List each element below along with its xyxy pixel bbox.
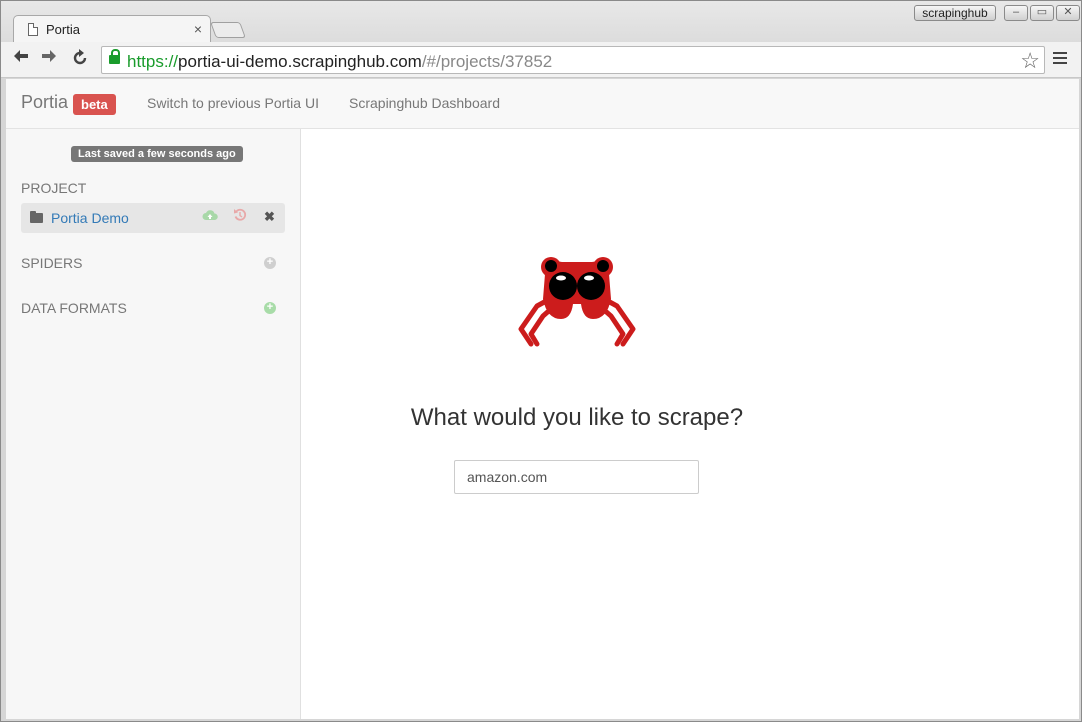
page-viewport: Portia beta Switch to previous Portia UI… — [6, 79, 1079, 719]
address-bar[interactable]: https://portia-ui-demo.scrapinghub.com/#… — [101, 46, 1045, 74]
title-bar: Portia × scrapinghub – ▭ ✕ — [1, 1, 1081, 43]
url-host: portia-ui-demo.scrapinghub.com — [178, 52, 422, 71]
add-data-format-icon[interactable]: + — [264, 302, 276, 314]
new-tab-button[interactable] — [210, 22, 246, 38]
tab-title: Portia — [46, 22, 80, 37]
add-spider-icon[interactable]: + — [264, 257, 276, 269]
sidebar: Last saved a few seconds ago PROJECT Por… — [6, 129, 301, 719]
data-formats-section-title: DATA FORMATS — [21, 300, 127, 316]
url-text[interactable]: https://portia-ui-demo.scrapinghub.com/#… — [127, 52, 552, 72]
main-content: What would you like to scrape? — [302, 129, 1079, 719]
saved-status-badge: Last saved a few seconds ago — [71, 146, 243, 162]
maximize-button[interactable]: ▭ — [1030, 5, 1054, 21]
minimize-button[interactable]: – — [1004, 5, 1028, 21]
browser-window: Portia × scrapinghub – ▭ ✕ https://porti… — [0, 0, 1082, 722]
brand-link[interactable]: Portia — [21, 92, 68, 113]
top-navbar: Portia beta Switch to previous Portia UI… — [6, 79, 1079, 129]
discard-changes-icon[interactable] — [233, 208, 247, 225]
lock-icon — [109, 49, 120, 64]
switch-previous-ui-link[interactable]: Switch to previous Portia UI — [147, 95, 319, 111]
folder-icon — [30, 211, 43, 223]
project-section-title: PROJECT — [21, 180, 87, 196]
menu-icon[interactable] — [1053, 52, 1067, 66]
star-icon[interactable]: ☆ — [1020, 48, 1040, 74]
browser-tab[interactable]: Portia × — [13, 15, 211, 43]
project-name-link[interactable]: Portia Demo — [51, 210, 129, 226]
dashboard-link[interactable]: Scrapinghub Dashboard — [349, 95, 500, 111]
page-headline: What would you like to scrape? — [410, 404, 744, 431]
delete-project-icon[interactable]: ✖ — [264, 209, 275, 225]
url-scheme: https:// — [127, 52, 179, 71]
browser-toolbar: https://portia-ui-demo.scrapinghub.com/#… — [1, 42, 1081, 78]
tab-close-icon[interactable]: × — [194, 21, 202, 37]
page-icon — [28, 23, 38, 36]
scrape-url-input[interactable] — [454, 460, 699, 494]
url-path: /#/projects/37852 — [421, 52, 553, 71]
forward-arrow-icon[interactable] — [38, 49, 60, 69]
portia-spider-logo — [518, 257, 636, 347]
back-arrow-icon[interactable] — [10, 49, 32, 69]
close-window-button[interactable]: ✕ — [1056, 5, 1080, 21]
reload-icon[interactable] — [69, 49, 91, 69]
cloud-upload-icon[interactable] — [202, 208, 218, 225]
spiders-section-title: SPIDERS — [21, 255, 83, 271]
profile-badge[interactable]: scrapinghub — [914, 5, 996, 21]
beta-badge: beta — [73, 94, 116, 115]
project-item[interactable]: Portia Demo ✖ — [21, 203, 285, 233]
